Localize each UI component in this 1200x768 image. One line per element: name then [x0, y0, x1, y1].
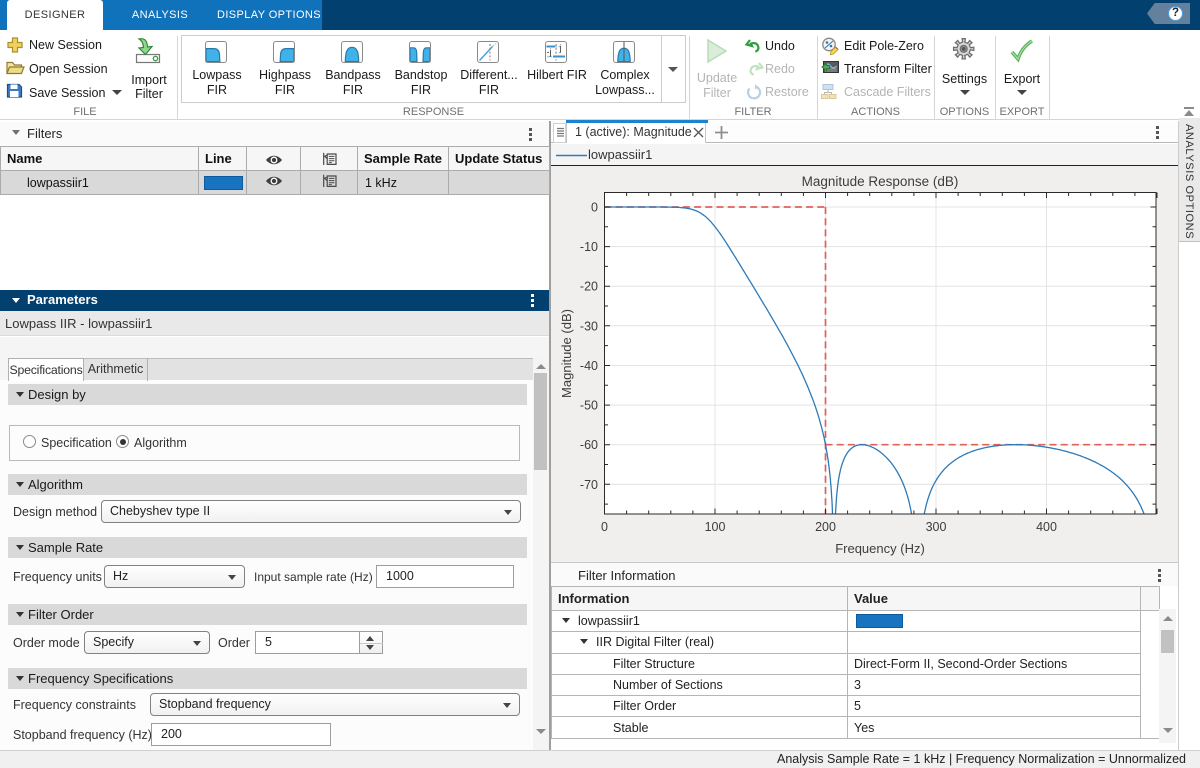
svg-text:-30: -30: [580, 319, 598, 333]
svg-text:Magnitude Response (dB): Magnitude Response (dB): [802, 174, 959, 189]
svg-text:-60: -60: [580, 438, 598, 452]
svg-text:Frequency (Hz): Frequency (Hz): [835, 541, 925, 556]
svg-text:-10: -10: [580, 240, 598, 254]
svg-text:-j: -j: [547, 47, 552, 57]
svg-text:100: 100: [705, 520, 726, 534]
svg-text:Magnitude (dB): Magnitude (dB): [559, 309, 574, 398]
svg-text:0: 0: [601, 520, 608, 534]
svg-text:400: 400: [1036, 520, 1057, 534]
svg-text:200: 200: [815, 520, 836, 534]
svg-text:300: 300: [926, 520, 947, 534]
svg-text:-50: -50: [580, 399, 598, 413]
svg-text:-40: -40: [580, 359, 598, 373]
svg-text:-20: -20: [580, 280, 598, 294]
svg-text:-70: -70: [580, 478, 598, 492]
svg-text:j: j: [559, 43, 562, 53]
svg-text:0: 0: [591, 201, 598, 215]
